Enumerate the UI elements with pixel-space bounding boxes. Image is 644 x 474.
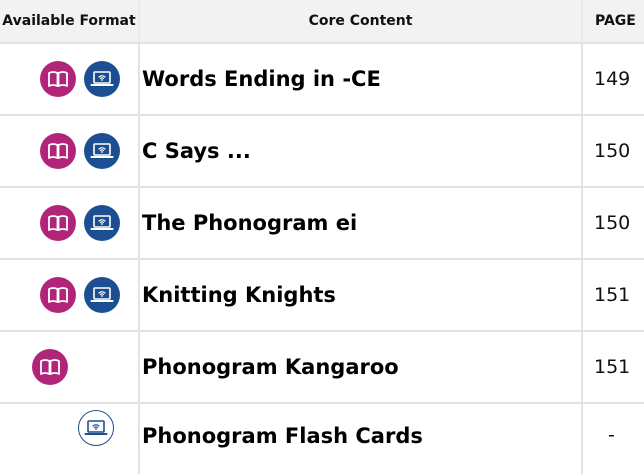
header-page: PAGE <box>595 13 636 29</box>
content-title: C Says ... <box>140 116 583 186</box>
table-row: Phonogram Kangaroo 151 <box>0 332 644 404</box>
book-icon[interactable] <box>40 133 76 169</box>
book-icon[interactable] <box>32 349 68 385</box>
format-cell <box>0 404 140 474</box>
format-cell <box>0 116 140 186</box>
format-cell <box>0 332 140 402</box>
format-cell <box>0 44 140 114</box>
page-number: 150 <box>594 212 631 234</box>
laptop-icon[interactable] <box>84 61 120 97</box>
lesson-table: Available Format Core Content PAGE Words… <box>0 0 644 474</box>
page-number: 150 <box>594 140 631 162</box>
content-title: Phonogram Kangaroo <box>140 332 583 402</box>
table-row: Knitting Knights 151 <box>0 260 644 332</box>
laptop-icon[interactable] <box>84 277 120 313</box>
book-icon[interactable] <box>40 277 76 313</box>
table-row: The Phonogram ei 150 <box>0 188 644 260</box>
page-number: 151 <box>594 356 631 378</box>
content-title: Phonogram Flash Cards <box>140 404 583 474</box>
page-number: 151 <box>594 284 631 306</box>
header-available-format: Available Format <box>0 0 140 42</box>
content-title: Words Ending in -CE <box>140 44 583 114</box>
laptop-outline-icon[interactable] <box>78 410 114 446</box>
header-core-content: Core Content <box>140 0 583 42</box>
page-number: 149 <box>594 68 631 90</box>
table-header: Available Format Core Content PAGE <box>0 0 644 44</box>
page-number: - <box>608 424 615 446</box>
content-title: Knitting Knights <box>140 260 583 330</box>
table-row: Words Ending in -CE 149 <box>0 44 644 116</box>
book-icon[interactable] <box>40 61 76 97</box>
laptop-icon[interactable] <box>84 133 120 169</box>
table-row: C Says ... 150 <box>0 116 644 188</box>
laptop-icon[interactable] <box>84 205 120 241</box>
format-cell <box>0 188 140 258</box>
content-title: The Phonogram ei <box>140 188 583 258</box>
format-cell <box>0 260 140 330</box>
table-row: Phonogram Flash Cards - <box>0 404 644 474</box>
book-icon[interactable] <box>40 205 76 241</box>
